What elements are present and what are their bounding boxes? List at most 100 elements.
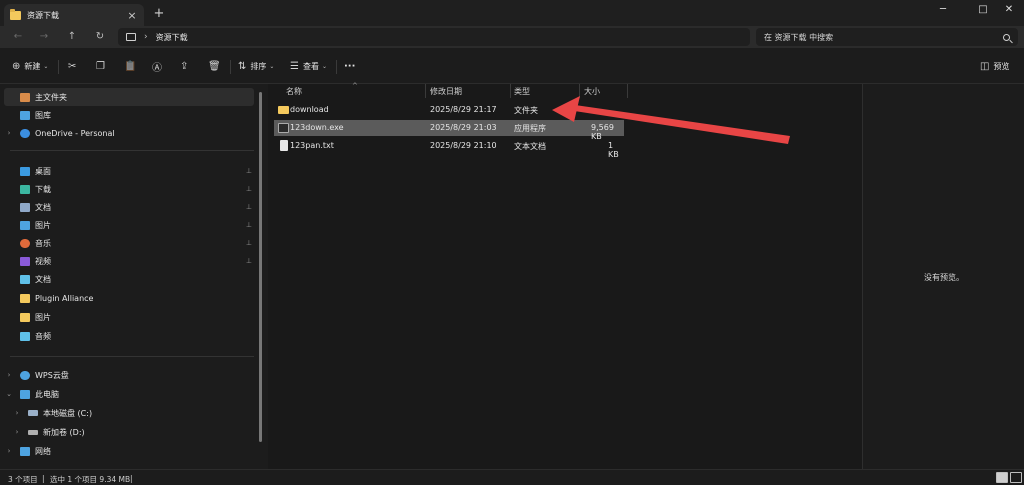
- monitor-icon: [126, 33, 136, 41]
- no-preview-text: 没有预览。: [924, 273, 964, 282]
- sort-button[interactable]: ⇅ 排序 ⌄: [238, 59, 274, 73]
- cut-button[interactable]: ✂: [68, 59, 80, 73]
- sidebar-item-label: 下载: [35, 184, 51, 194]
- maximize-button[interactable]: □: [970, 2, 996, 18]
- chevron-down-icon[interactable]: ⌄: [4, 390, 14, 398]
- scrollbar[interactable]: [259, 92, 262, 442]
- chevron-right-icon[interactable]: ›: [4, 447, 14, 455]
- chevron-right-icon[interactable]: ›: [12, 409, 22, 417]
- copy-button[interactable]: ❐: [96, 59, 109, 73]
- search-placeholder: 在 资源下载 中搜索: [764, 32, 834, 42]
- up-icon[interactable]: ↑: [64, 30, 80, 44]
- chevron-down-icon: ⌄: [43, 62, 49, 70]
- refresh-icon[interactable]: ↻: [92, 30, 108, 44]
- sidebar-item-pictures[interactable]: 图片 ⊥: [4, 216, 254, 234]
- pin-icon[interactable]: ⊥: [246, 221, 252, 229]
- sidebar-item-audio[interactable]: 音频: [4, 327, 254, 345]
- picture-icon: [20, 220, 30, 230]
- preview-button[interactable]: ◫ 预览: [980, 59, 1009, 73]
- breadcrumb[interactable]: 资源下载: [156, 32, 188, 43]
- sidebar-item-music[interactable]: 音乐 ⊥: [4, 234, 254, 252]
- new-label: 新建: [24, 61, 41, 71]
- preview-label: 预览: [993, 61, 1010, 71]
- sidebar-item-docs-folder[interactable]: 文档: [4, 270, 254, 288]
- tiles-view-button[interactable]: [1010, 472, 1022, 483]
- sidebar-item-label: OneDrive - Personal: [35, 128, 115, 138]
- sidebar-item-drive-c[interactable]: › 本地磁盘 (C:): [4, 404, 254, 422]
- copy-icon: ❐: [96, 60, 105, 72]
- back-icon[interactable]: ←: [10, 30, 26, 44]
- sidebar-item-home[interactable]: 主文件夹: [4, 88, 254, 106]
- chevron-down-icon: ⌄: [269, 62, 275, 70]
- folder-icon: [20, 312, 30, 322]
- path-field[interactable]: › 资源下载: [118, 28, 750, 46]
- gallery-icon: [20, 110, 30, 120]
- sidebar-item-videos[interactable]: 视频 ⊥: [4, 252, 254, 270]
- search-input[interactable]: 在 资源下载 中搜索: [756, 28, 1018, 46]
- sidebar-item-onedrive[interactable]: › OneDrive - Personal: [4, 124, 254, 142]
- sidebar-item-label: 本地磁盘 (C:): [43, 408, 93, 418]
- sidebar-item-label: 音频: [35, 331, 51, 341]
- share-icon: ⇪: [180, 60, 189, 72]
- sidebar-item-plugin-alliance[interactable]: Plugin Alliance: [4, 289, 254, 307]
- share-button[interactable]: ⇪: [180, 59, 192, 73]
- sidebar-item-label: 图片: [35, 312, 51, 322]
- sidebar-item-label: WPS云盘: [35, 370, 69, 380]
- chevron-right-icon: ›: [144, 32, 148, 42]
- sidebar-item-label: 文档: [35, 274, 51, 284]
- sidebar-item-label: 此电脑: [35, 389, 59, 399]
- folder-icon: [20, 293, 30, 303]
- tab-close-button[interactable]: ×: [126, 9, 138, 22]
- pin-icon[interactable]: ⊥: [246, 167, 252, 175]
- video-icon: [20, 256, 30, 266]
- sidebar-item-label: 图库: [35, 110, 51, 120]
- sidebar-item-label: 文档: [35, 202, 51, 212]
- chevron-down-icon: ⌄: [321, 62, 327, 70]
- paste-button[interactable]: 📋: [124, 59, 140, 73]
- sidebar-item-label: 主文件夹: [35, 92, 67, 102]
- sidebar-item-downloads[interactable]: 下载 ⊥: [4, 180, 254, 198]
- sidebar-item-network[interactable]: › 网络: [4, 442, 254, 460]
- pin-icon[interactable]: ⊥: [246, 203, 252, 211]
- sidebar-item-gallery[interactable]: 图库: [4, 106, 254, 124]
- sidebar-item-this-pc[interactable]: ⌄ 此电脑: [4, 385, 254, 403]
- pin-icon[interactable]: ⊥: [246, 239, 252, 247]
- close-window-button[interactable]: ✕: [996, 2, 1022, 18]
- forward-icon[interactable]: →: [36, 30, 52, 44]
- sort-label: 排序: [250, 61, 267, 71]
- details-view-button[interactable]: [996, 472, 1008, 483]
- minimize-button[interactable]: ─: [930, 2, 956, 18]
- view-button[interactable]: ☰ 查看 ⌄: [290, 59, 327, 73]
- divider: [58, 60, 59, 74]
- delete-button[interactable]: 🗑: [208, 59, 225, 73]
- chevron-right-icon[interactable]: ›: [4, 371, 14, 379]
- new-tab-button[interactable]: +: [152, 6, 166, 21]
- rename-button[interactable]: Ⓐ: [152, 59, 166, 74]
- chevron-right-icon[interactable]: ›: [12, 428, 22, 436]
- folder-icon: [10, 8, 21, 20]
- more-button[interactable]: ···: [344, 59, 355, 73]
- divider: [230, 60, 231, 74]
- file-icon: [20, 331, 30, 341]
- divider: [10, 150, 254, 151]
- pin-icon[interactable]: ⊥: [246, 185, 252, 193]
- sidebar-item-label: 图片: [35, 220, 51, 230]
- chevron-right-icon[interactable]: ›: [4, 129, 14, 137]
- cloud-icon: [20, 370, 30, 380]
- sidebar-item-wps-cloud[interactable]: › WPS云盘: [4, 366, 254, 384]
- cut-icon: ✂: [68, 60, 77, 72]
- divider: [336, 60, 337, 74]
- pin-icon[interactable]: ⊥: [246, 257, 252, 265]
- sidebar-item-documents[interactable]: 文档 ⊥: [4, 198, 254, 216]
- sidebar-item-drive-d[interactable]: › 新加卷 (D:): [4, 423, 254, 441]
- sidebar-item-desktop[interactable]: 桌面 ⊥: [4, 162, 254, 180]
- view-label: 查看: [302, 61, 319, 71]
- music-icon: [20, 238, 30, 248]
- network-icon: [20, 446, 30, 456]
- arrow-head: [552, 96, 580, 122]
- sidebar-item-label: 音乐: [35, 238, 51, 248]
- sidebar-item-pictures-folder[interactable]: 图片: [4, 308, 254, 326]
- computer-icon: [20, 389, 30, 399]
- tab-resource-download[interactable]: 资源下载 ×: [4, 4, 144, 26]
- new-button[interactable]: ⊕ 新建 ⌄: [12, 59, 48, 73]
